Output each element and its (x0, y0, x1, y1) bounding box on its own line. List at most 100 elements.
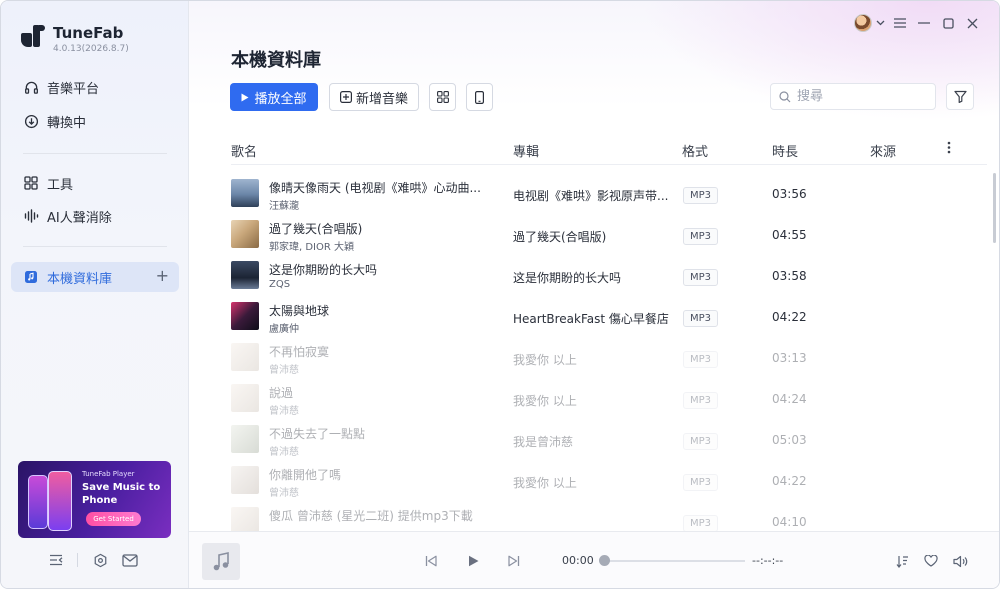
format-badge: MP3 (683, 433, 719, 450)
collapse-sidebar-icon[interactable] (47, 551, 65, 569)
app-name: TuneFab (53, 24, 124, 42)
search-box (770, 83, 936, 110)
column-header-duration[interactable]: 時長 (772, 141, 798, 160)
volume-icon[interactable] (951, 552, 969, 570)
track-duration: 04:22 (772, 310, 807, 324)
track-artist: 汪蘇瀧 (269, 201, 299, 212)
favorite-heart-icon[interactable] (922, 552, 940, 570)
close-icon[interactable] (960, 13, 984, 33)
search-icon (779, 90, 791, 102)
music-note-icon (213, 551, 229, 570)
table-row[interactable]: 太陽與地球 盧廣仲 HeartBreakFast 傷心早餐店 MP3 04:22 (231, 297, 991, 338)
search-input[interactable] (797, 89, 917, 104)
sidebar-item-tools[interactable]: 工具 (11, 168, 179, 198)
filter-button[interactable] (946, 83, 974, 110)
next-track-icon[interactable] (505, 552, 523, 570)
sidebar-item-local-library[interactable]: 本機資料庫 + (11, 262, 179, 292)
device-button[interactable] (466, 83, 493, 111)
column-header-source[interactable]: 來源 (870, 141, 896, 160)
settings-icon[interactable] (91, 551, 109, 569)
table-row[interactable]: 你離開他了嗎 曾沛慈 我愛你 以上 MP3 04:22 (231, 461, 991, 502)
maximize-icon[interactable] (936, 13, 960, 33)
sidebar-item-converting[interactable]: 轉換中 (11, 106, 179, 136)
track-duration: 05:03 (772, 433, 807, 447)
track-album: 电视剧《难哄》影视原声带... (513, 189, 669, 203)
track-duration: 03:56 (772, 187, 807, 201)
format-badge: MP3 (683, 392, 719, 409)
now-playing-cover (202, 543, 240, 580)
track-album: 我愛你 以上 (513, 476, 577, 490)
table-row[interactable]: 不再怕寂寞 曾沛慈 我愛你 以上 MP3 03:13 (231, 338, 991, 379)
track-list: 像晴天像雨天 (电视剧《难哄》心动曲... 汪蘇瀧 电视剧《难哄》影视原声带... M… (189, 174, 999, 531)
play-all-button[interactable]: 播放全部 (230, 83, 318, 111)
track-album: HeartBreakFast 傷心早餐店 (513, 312, 669, 326)
app-logo: TuneFab 4.0.13(2026.8.7) (21, 23, 129, 55)
add-square-icon (339, 91, 352, 103)
album-cover (231, 220, 259, 248)
previous-track-icon[interactable] (422, 552, 440, 570)
add-music-button[interactable]: 新增音樂 (329, 83, 419, 111)
mail-icon[interactable] (121, 551, 139, 569)
tunefab-logo-icon (21, 23, 45, 51)
column-header-album[interactable]: 專輯 (513, 141, 539, 160)
page-title: 本機資料庫 (231, 50, 321, 71)
progress-handle[interactable] (599, 555, 610, 566)
account-menu[interactable] (850, 13, 888, 33)
play-icon (241, 93, 249, 101)
play-button[interactable] (464, 552, 482, 570)
track-artist: 曾沛慈 (269, 447, 299, 458)
format-badge: MP3 (683, 187, 719, 204)
column-options-icon[interactable] (941, 141, 957, 158)
app-version: 4.0.13(2026.8.7) (53, 44, 129, 54)
column-header-name[interactable]: 歌名 (231, 141, 257, 160)
phone-icon (475, 90, 484, 104)
format-badge: MP3 (683, 474, 719, 491)
current-time: 00:00 (562, 554, 594, 567)
column-header-format[interactable]: 格式 (682, 141, 708, 160)
format-badge: MP3 (683, 351, 719, 368)
chevron-down-icon (876, 20, 884, 26)
table-row[interactable]: 說過 曾沛慈 我愛你 以上 MP3 04:24 (231, 379, 991, 420)
sidebar-item-music-platform[interactable]: 音樂平台 (11, 72, 179, 102)
progress-bar[interactable] (603, 560, 745, 562)
promo-get-started-button[interactable]: Get Started (86, 512, 141, 526)
waveform-icon (23, 208, 39, 224)
sidebar-footer (1, 549, 189, 573)
table-row[interactable]: 这是你期盼的长大吗 ZQS 这是你期盼的长大吗 MP3 03:58 (231, 256, 991, 297)
album-cover (231, 343, 259, 371)
sidebar-item-label: 工具 (47, 177, 74, 193)
track-duration: 03:13 (772, 351, 807, 365)
track-duration: 04:24 (772, 392, 807, 406)
add-music-label: 新增音樂 (355, 91, 408, 107)
track-artist: 盧廣仲 (269, 324, 299, 335)
scrollbar[interactable] (993, 173, 996, 243)
track-title: 这是你期盼的长大吗 (269, 263, 378, 277)
table-row[interactable]: 不過失去了一點點 曾沛慈 我是曾沛慈 MP3 05:03 (231, 420, 991, 461)
menu-icon[interactable] (888, 13, 912, 33)
track-title: 不再怕寂寞 (269, 345, 330, 359)
track-title: 過了幾天(合唱版) (269, 222, 363, 236)
track-album: 過了幾天(合唱版) (513, 230, 607, 244)
track-title: 像晴天像雨天 (电视剧《难哄》心动曲... (269, 181, 481, 195)
minimize-icon[interactable] (912, 13, 936, 33)
track-duration: 04:55 (772, 228, 807, 242)
filter-icon (953, 90, 967, 103)
app-window: TuneFab 4.0.13(2026.8.7) 音樂平台 轉換中 工具 AI人… (0, 0, 1000, 589)
album-cover (231, 466, 259, 494)
avatar (853, 14, 872, 32)
table-row[interactable]: 像晴天像雨天 (电视剧《难哄》心动曲... 汪蘇瀧 电视剧《难哄》影视原声带... M… (231, 174, 991, 215)
track-album: 我愛你 以上 (513, 353, 577, 367)
download-circle-icon (23, 113, 39, 129)
grid-view-button[interactable] (429, 83, 456, 111)
sidebar-item-ai-vocal-remover[interactable]: AI人聲消除 (11, 201, 179, 231)
table-row[interactable]: 傻瓜 曾沛慈 (星光二班) 提供mp3下載 MP3 04:10 (231, 502, 991, 531)
table-header-divider (231, 164, 987, 165)
sort-order-icon[interactable] (893, 552, 911, 570)
table-row[interactable]: 過了幾天(合唱版) 郭家瑋, DIOR 大穎 過了幾天(合唱版) MP3 04:55 (231, 215, 991, 256)
play-all-label: 播放全部 (254, 91, 307, 107)
track-title: 你離開他了嗎 (269, 468, 342, 482)
album-cover (231, 179, 259, 207)
add-library-plus-icon[interactable]: + (156, 268, 169, 284)
promo-banner[interactable]: TuneFab Player Save Music to Phone Get S… (18, 461, 171, 538)
track-album: 我是曾沛慈 (513, 435, 574, 449)
